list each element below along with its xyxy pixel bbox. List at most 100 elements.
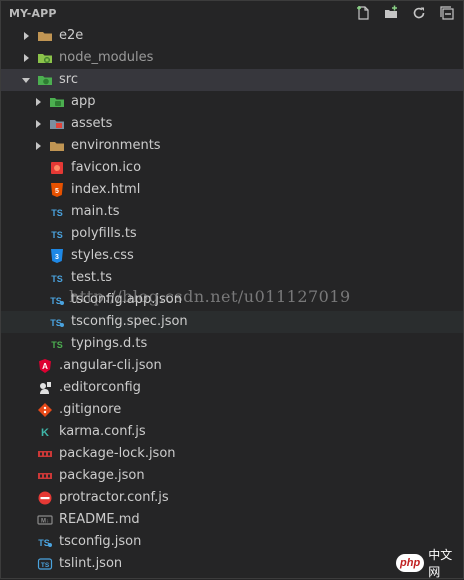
explorer-panel: MY-APP e2e node_modules src app assets e…: [0, 0, 464, 579]
tree-item-label: app: [71, 94, 96, 109]
tree-file-row[interactable]: TS tsconfig.json: [1, 531, 463, 553]
file-tree: e2e node_modulessrc app assets environments f…: [1, 25, 463, 575]
svg-text:A: A: [42, 362, 48, 371]
tree-file-row[interactable]: 3 styles.css: [1, 245, 463, 267]
npm-file-icon: [38, 451, 52, 457]
tree-item-label: main.ts: [71, 204, 120, 219]
tree-item-label: tslint.json: [59, 556, 123, 571]
new-file-button[interactable]: [355, 5, 371, 21]
folder-icon: [38, 32, 52, 41]
angular-file-icon: A: [39, 359, 51, 373]
svg-text:5: 5: [55, 188, 59, 195]
explorer-title: MY-APP: [9, 6, 57, 20]
assets-folder-icon: [50, 120, 64, 129]
tree-folder-row[interactable]: app: [1, 91, 463, 113]
tree-file-row[interactable]: TS tsconfig.spec.json: [1, 311, 463, 333]
php-logo: php: [396, 554, 425, 572]
tree-item-label: e2e: [59, 28, 84, 43]
tree-item-label: tsconfig.spec.json: [71, 314, 188, 329]
chevron-down-icon[interactable]: [21, 75, 31, 85]
chevron-right-icon[interactable]: [21, 53, 31, 63]
refresh-button[interactable]: [411, 5, 427, 21]
ts-file-icon: TS: [51, 208, 63, 218]
editorconfig-file-icon: [40, 382, 51, 394]
tree-item-label: assets: [71, 116, 113, 131]
ts-file-icon: TS: [51, 274, 63, 284]
svg-text:TS: TS: [51, 208, 63, 218]
new-file-icon: [357, 6, 369, 20]
tree-file-row[interactable]: TS main.ts: [1, 201, 463, 223]
chevron-right-icon[interactable]: [33, 97, 43, 107]
tree-item-label: .angular-cli.json: [59, 358, 162, 373]
tree-item-label: environments: [71, 138, 161, 153]
explorer-actions: [355, 5, 455, 21]
ts-file-icon: TS: [51, 230, 63, 240]
tree-item-label: .gitignore: [59, 402, 122, 417]
tree-item-label: typings.d.ts: [71, 336, 148, 351]
tree-file-row[interactable]: TS test.ts: [1, 267, 463, 289]
tree-file-row[interactable]: .gitignore: [1, 399, 463, 421]
tree-folder-row[interactable]: node_modules: [1, 47, 463, 69]
tree-file-row[interactable]: TS tslint.json: [1, 553, 463, 575]
tree-folder-row[interactable]: environments: [1, 135, 463, 157]
tree-folder-row[interactable]: e2e: [1, 25, 463, 47]
svg-text:M↓: M↓: [41, 519, 49, 525]
tree-item-label: tsconfig.app.json: [71, 292, 182, 307]
chevron-right-icon[interactable]: [21, 31, 31, 41]
tree-item-label: favicon.ico: [71, 160, 142, 175]
tree-file-row[interactable]: TS polyfills.ts: [1, 223, 463, 245]
tree-item-label: polyfills.ts: [71, 226, 137, 241]
tsconfig-file-icon: TS: [38, 538, 52, 548]
new-folder-icon: [385, 5, 397, 18]
collapse-all-icon: [440, 6, 454, 20]
dts-file-icon: TS: [51, 340, 63, 350]
tree-file-row[interactable]: TS typings.d.ts: [1, 333, 463, 355]
tree-item-label: karma.conf.js: [59, 424, 146, 439]
tree-item-label: README.md: [59, 512, 140, 527]
tree-item-label: src: [59, 72, 78, 87]
git-file-icon: [38, 403, 52, 417]
image-file-icon: [51, 162, 63, 174]
npm-file-icon: [38, 473, 52, 479]
node-folder-icon: [38, 54, 52, 63]
svg-text:TS: TS: [51, 274, 63, 284]
tree-file-row[interactable]: protractor.conf.js: [1, 487, 463, 509]
svg-text:K: K: [41, 427, 49, 439]
app-folder-icon: [50, 98, 64, 107]
karma-file-icon: K: [41, 427, 49, 439]
svg-text:TS: TS: [38, 538, 50, 548]
svg-text:3: 3: [55, 254, 59, 261]
explorer-header: MY-APP: [1, 1, 463, 25]
tree-file-row[interactable]: package.json: [1, 465, 463, 487]
tree-item-label: .editorconfig: [59, 380, 141, 395]
chevron-right-icon[interactable]: [33, 141, 43, 151]
tree-item-label: node_modules: [59, 50, 154, 65]
collapse-all-button[interactable]: [439, 5, 455, 21]
tree-folder-row[interactable]: src: [1, 69, 463, 91]
folder-icon: [50, 142, 64, 151]
new-folder-button[interactable]: [383, 5, 399, 21]
site-badge-text: 中文网: [428, 548, 453, 579]
svg-text:TS: TS: [41, 562, 50, 569]
html-file-icon: 5: [51, 183, 63, 197]
tree-item-label: styles.css: [71, 248, 134, 263]
svg-text:TS: TS: [50, 318, 62, 328]
tsconfig-file-icon: TS: [50, 296, 64, 306]
refresh-icon: [413, 7, 425, 19]
tree-file-row[interactable]: A .angular-cli.json: [1, 355, 463, 377]
tree-file-row[interactable]: 5 index.html: [1, 179, 463, 201]
svg-text:TS: TS: [51, 340, 63, 350]
tree-file-row[interactable]: favicon.ico: [1, 157, 463, 179]
tree-item-label: package-lock.json: [59, 446, 176, 461]
src-folder-icon: [38, 76, 52, 85]
tree-file-row[interactable]: .editorconfig: [1, 377, 463, 399]
chevron-right-icon[interactable]: [33, 119, 43, 129]
css-file-icon: 3: [51, 249, 63, 263]
tree-file-row[interactable]: package-lock.json: [1, 443, 463, 465]
svg-text:TS: TS: [51, 230, 63, 240]
tree-file-row[interactable]: TS tsconfig.app.json: [1, 289, 463, 311]
tree-folder-row[interactable]: assets: [1, 113, 463, 135]
protractor-file-icon: [38, 491, 52, 505]
tree-file-row[interactable]: Kkarma.conf.js: [1, 421, 463, 443]
tree-file-row[interactable]: M↓ README.md: [1, 509, 463, 531]
